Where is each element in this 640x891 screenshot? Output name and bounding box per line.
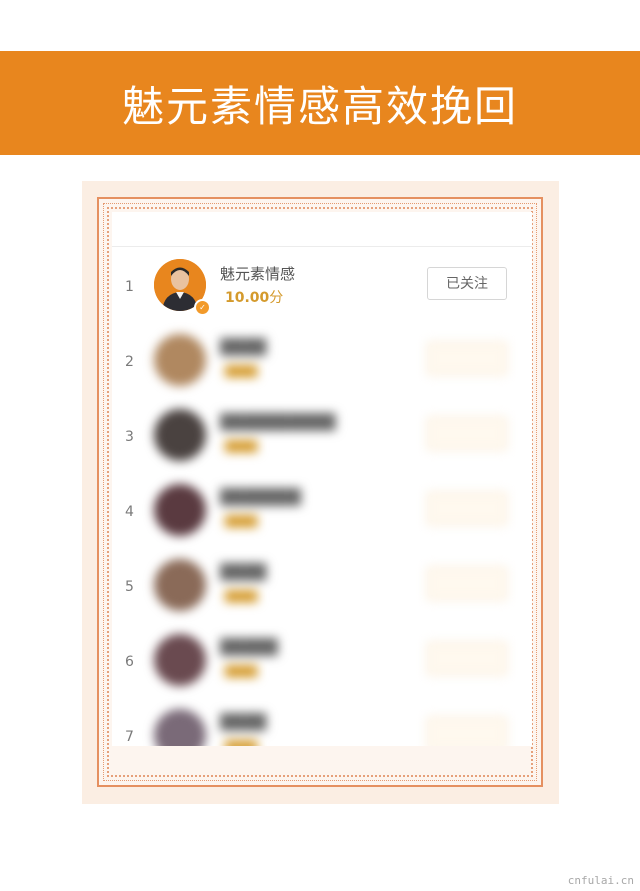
- rank-number: 3: [125, 429, 134, 445]
- avatar[interactable]: [154, 634, 206, 686]
- avatar[interactable]: [154, 484, 206, 536]
- follow-button[interactable]: [427, 342, 507, 375]
- score-value: 10.00: [225, 290, 270, 306]
- ranking-row[interactable]: 7 ████ ▆▆▆: [112, 697, 532, 746]
- followed-button[interactable]: 已关注: [427, 267, 507, 300]
- verified-badge-icon: ✓: [194, 299, 211, 316]
- avatar[interactable]: [154, 334, 206, 386]
- follow-button[interactable]: [427, 417, 507, 450]
- ranking-row[interactable]: 5 ████ ▆▆▆: [112, 547, 532, 622]
- user-name[interactable]: ███████: [220, 488, 301, 506]
- avatar[interactable]: [154, 559, 206, 611]
- score-unit: 分: [269, 290, 284, 306]
- follow-button[interactable]: [427, 642, 507, 675]
- user-name[interactable]: ████: [220, 563, 266, 581]
- ranking-row[interactable]: 6 █████ ▆▆▆: [112, 622, 532, 697]
- user-score: ▆▆▆: [225, 737, 258, 746]
- follow-button[interactable]: [427, 492, 507, 525]
- avatar[interactable]: [154, 709, 206, 746]
- user-name[interactable]: ████: [220, 338, 266, 356]
- ranking-row[interactable]: 4 ███████ ▆▆▆: [112, 472, 532, 547]
- ranking-row[interactable]: 2 ████ ▆▆▆: [112, 322, 532, 397]
- rank-number: 4: [125, 504, 134, 520]
- user-score: 10.00分: [225, 287, 283, 307]
- rank-number: 1: [125, 279, 134, 295]
- rank-number: 7: [125, 729, 134, 745]
- user-name[interactable]: ██████████: [220, 413, 335, 431]
- rank-number: 2: [125, 354, 134, 370]
- user-score: ▆▆▆: [225, 662, 258, 678]
- ranking-row[interactable]: 3 ██████████ ▆▆▆: [112, 397, 532, 472]
- user-name[interactable]: 魅元素情感: [220, 263, 295, 284]
- follow-button[interactable]: [427, 717, 507, 746]
- watermark: cnfulai.cn: [567, 874, 634, 887]
- user-score: ▆▆▆: [225, 587, 258, 603]
- banner-title: 魅元素情感高效挽回: [0, 51, 640, 155]
- list-header-divider: [112, 212, 532, 247]
- ranking-list: 1 ✓ 魅元素情感 10.00分 已关注 2 ████ ▆▆▆ 3 ██████…: [112, 212, 532, 746]
- user-score: ▆▆▆: [225, 437, 258, 453]
- user-name[interactable]: █████: [220, 638, 278, 656]
- user-score: ▆▆▆: [225, 362, 258, 378]
- rank-number: 6: [125, 654, 134, 670]
- ranking-row[interactable]: 1 ✓ 魅元素情感 10.00分 已关注: [112, 247, 532, 322]
- user-name[interactable]: ████: [220, 713, 266, 731]
- user-score: ▆▆▆: [225, 512, 258, 528]
- rank-number: 5: [125, 579, 134, 595]
- avatar[interactable]: [154, 409, 206, 461]
- follow-button[interactable]: [427, 567, 507, 600]
